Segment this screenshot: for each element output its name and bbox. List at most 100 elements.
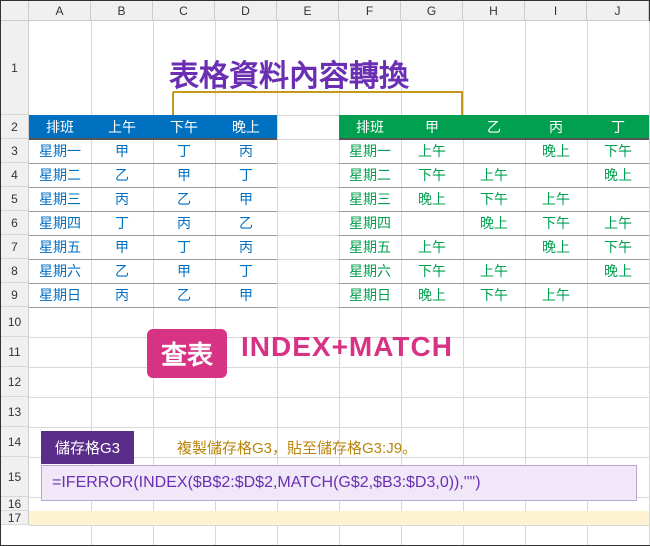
grid-area: 表格資料內容轉換 排班上午下午晚上星期一甲丁丙星期二乙甲丁星期三丙乙甲星期四丁丙… bbox=[29, 21, 649, 545]
table-row: 星期三晚上下午上午 bbox=[339, 187, 649, 211]
table-cell[interactable] bbox=[587, 283, 649, 307]
table-cell[interactable] bbox=[463, 139, 525, 163]
column-header-F[interactable]: F bbox=[339, 1, 401, 20]
table-cell[interactable]: 晚上 bbox=[401, 283, 463, 307]
row-header-14[interactable]: 14 bbox=[1, 427, 28, 457]
row-header-16[interactable]: 16 bbox=[1, 497, 28, 511]
table-cell[interactable]: 甲 bbox=[215, 283, 277, 307]
row-header-15[interactable]: 15 bbox=[1, 457, 28, 497]
row-header-7[interactable]: 7 bbox=[1, 235, 28, 259]
table-cell[interactable] bbox=[401, 211, 463, 235]
table-cell[interactable]: 乙 bbox=[91, 259, 153, 283]
table-cell[interactable]: 星期一 bbox=[29, 139, 91, 163]
table-cell[interactable]: 晚上 bbox=[401, 187, 463, 211]
table-cell[interactable]: 上午 bbox=[463, 163, 525, 187]
table-cell[interactable]: 晚上 bbox=[587, 259, 649, 283]
table-cell[interactable]: 乙 bbox=[215, 211, 277, 235]
column-header-C[interactable]: C bbox=[153, 1, 215, 20]
table-cell[interactable]: 下午 bbox=[587, 139, 649, 163]
table-cell[interactable]: 星期六 bbox=[29, 259, 91, 283]
table-cell[interactable]: 星期日 bbox=[339, 283, 401, 307]
column-header-A[interactable]: A bbox=[29, 1, 91, 20]
table-cell[interactable]: 晚上 bbox=[587, 163, 649, 187]
table-cell[interactable]: 下午 bbox=[463, 187, 525, 211]
column-header-G[interactable]: G bbox=[401, 1, 463, 20]
table-cell[interactable]: 丙 bbox=[153, 211, 215, 235]
table-cell[interactable]: 甲 bbox=[91, 139, 153, 163]
row-header-5[interactable]: 5 bbox=[1, 187, 28, 211]
row-header-6[interactable]: 6 bbox=[1, 211, 28, 235]
table-cell[interactable]: 甲 bbox=[215, 187, 277, 211]
row-header-3[interactable]: 3 bbox=[1, 139, 28, 163]
table-cell[interactable]: 星期五 bbox=[29, 235, 91, 259]
table-cell[interactable]: 星期四 bbox=[29, 211, 91, 235]
table-cell[interactable]: 晚上 bbox=[525, 139, 587, 163]
table-cell[interactable]: 丁 bbox=[215, 259, 277, 283]
table-cell[interactable]: 丙 bbox=[215, 139, 277, 163]
table-cell[interactable]: 晚上 bbox=[463, 211, 525, 235]
table-cell[interactable]: 星期二 bbox=[29, 163, 91, 187]
table-cell[interactable]: 甲 bbox=[153, 163, 215, 187]
table-cell[interactable]: 上午 bbox=[587, 211, 649, 235]
table-cell[interactable] bbox=[525, 163, 587, 187]
column-header-J[interactable]: J bbox=[587, 1, 649, 20]
table-row: 星期二乙甲丁 bbox=[29, 163, 277, 187]
table-cell[interactable]: 星期六 bbox=[339, 259, 401, 283]
table-cell[interactable]: 星期二 bbox=[339, 163, 401, 187]
table-cell[interactable]: 乙 bbox=[153, 283, 215, 307]
table-cell[interactable] bbox=[525, 259, 587, 283]
row-header-17[interactable]: 17 bbox=[1, 511, 28, 525]
table-cell[interactable]: 星期日 bbox=[29, 283, 91, 307]
column-header-B[interactable]: B bbox=[91, 1, 153, 20]
row-header-13[interactable]: 13 bbox=[1, 397, 28, 427]
row-header-2[interactable]: 2 bbox=[1, 115, 28, 139]
table-row: 星期日晚上下午上午 bbox=[339, 283, 649, 307]
table-cell[interactable]: 上午 bbox=[463, 259, 525, 283]
table-cell[interactable]: 上午 bbox=[525, 187, 587, 211]
table-cell[interactable]: 星期五 bbox=[339, 235, 401, 259]
row-header-1[interactable]: 1 bbox=[1, 21, 28, 115]
table-cell[interactable]: 上午 bbox=[525, 283, 587, 307]
table-cell[interactable] bbox=[587, 187, 649, 211]
row-header-4[interactable]: 4 bbox=[1, 163, 28, 187]
table-cell[interactable]: 上午 bbox=[401, 139, 463, 163]
table-row: 星期五甲丁丙 bbox=[29, 235, 277, 259]
table-cell[interactable]: 丙 bbox=[215, 235, 277, 259]
row-header-11[interactable]: 11 bbox=[1, 337, 28, 367]
table-cell[interactable]: 晚上 bbox=[525, 235, 587, 259]
column-header-E[interactable]: E bbox=[277, 1, 339, 20]
column-header-H[interactable]: H bbox=[463, 1, 525, 20]
table-cell[interactable]: 上午 bbox=[401, 235, 463, 259]
table-cell[interactable]: 乙 bbox=[91, 163, 153, 187]
row-header-10[interactable]: 10 bbox=[1, 307, 28, 337]
table-cell[interactable]: 下午 bbox=[587, 235, 649, 259]
table-cell[interactable]: 下午 bbox=[463, 283, 525, 307]
table-cell[interactable]: 星期三 bbox=[339, 187, 401, 211]
table-cell[interactable]: 星期三 bbox=[29, 187, 91, 211]
table-cell[interactable]: 下午 bbox=[401, 259, 463, 283]
table-cell[interactable]: 丙 bbox=[91, 283, 153, 307]
table-header: 丙 bbox=[525, 115, 587, 139]
table-cell[interactable]: 星期一 bbox=[339, 139, 401, 163]
select-all-corner[interactable] bbox=[1, 1, 29, 21]
table-row: 星期一上午 晚上下午 bbox=[339, 139, 649, 163]
table-cell[interactable]: 乙 bbox=[153, 187, 215, 211]
column-header-D[interactable]: D bbox=[215, 1, 277, 20]
table-cell[interactable]: 丁 bbox=[215, 163, 277, 187]
table-cell[interactable] bbox=[463, 235, 525, 259]
table-cell[interactable]: 丁 bbox=[153, 235, 215, 259]
table-cell[interactable]: 甲 bbox=[153, 259, 215, 283]
row-header-12[interactable]: 12 bbox=[1, 367, 28, 397]
table-cell[interactable]: 下午 bbox=[525, 211, 587, 235]
right-table: 排班甲乙丙丁星期一上午晚上下午星期二下午上午晚上星期三晚上下午上午星期四晚上下午… bbox=[339, 115, 649, 308]
table-cell[interactable]: 星期四 bbox=[339, 211, 401, 235]
table-cell[interactable]: 丙 bbox=[91, 187, 153, 211]
table-cell[interactable]: 丁 bbox=[91, 211, 153, 235]
table-cell[interactable]: 下午 bbox=[401, 163, 463, 187]
row-header-8[interactable]: 8 bbox=[1, 259, 28, 283]
table-cell[interactable]: 甲 bbox=[91, 235, 153, 259]
formula-box: =IFERROR(INDEX($B$2:$D$2,MATCH(G$2,$B3:$… bbox=[41, 465, 637, 501]
row-header-9[interactable]: 9 bbox=[1, 283, 28, 307]
column-header-I[interactable]: I bbox=[525, 1, 587, 20]
table-cell[interactable]: 丁 bbox=[153, 139, 215, 163]
